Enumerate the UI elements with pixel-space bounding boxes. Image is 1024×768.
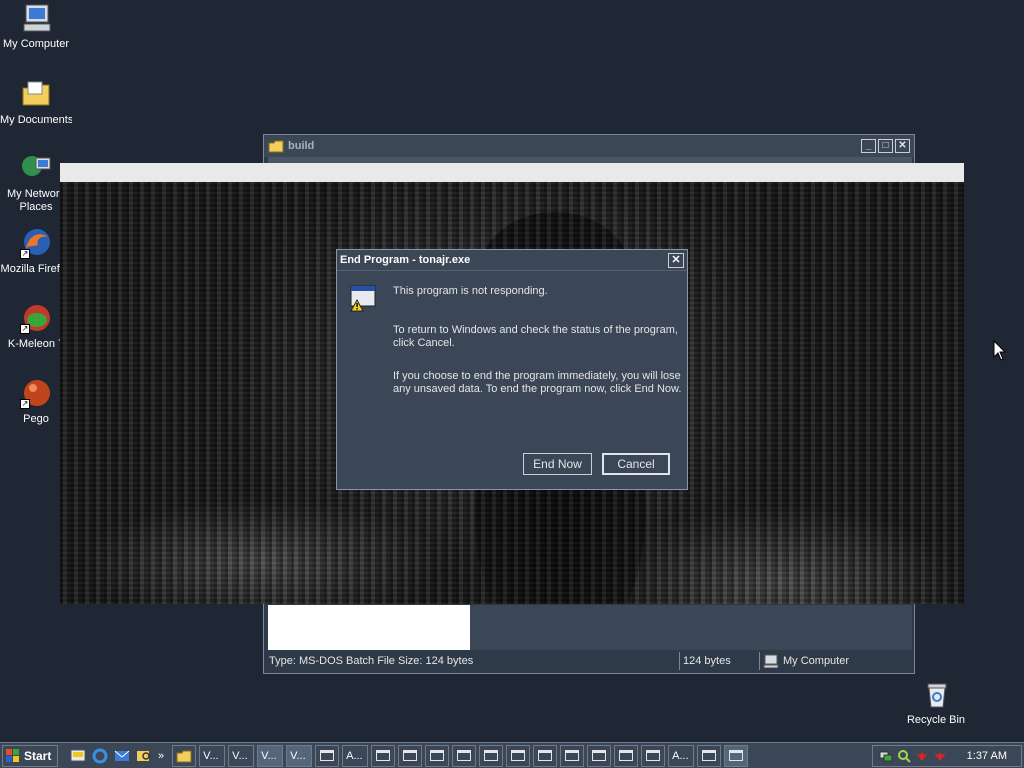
task-button-explorer[interactable] — [172, 744, 197, 767]
system-tray: 1:37 AM — [872, 744, 1022, 767]
end-program-dialog[interactable]: End Program - tonajr.exe ✕ This program … — [336, 249, 688, 490]
shortcut-arrow-icon: ↗ — [20, 249, 30, 259]
task-button[interactable]: V... — [286, 744, 313, 767]
explorer-left-pane — [268, 605, 470, 650]
task-button[interactable] — [697, 744, 722, 767]
task-button[interactable] — [315, 744, 340, 767]
dialog-title: End Program - tonajr.exe — [340, 254, 471, 266]
window-icon — [646, 750, 661, 761]
mouse-cursor-icon — [993, 339, 1007, 362]
desktop-icon-label: My Documents — [0, 114, 72, 126]
minimize-button[interactable]: _ — [861, 139, 876, 153]
shortcut-arrow-icon: ↗ — [20, 324, 30, 334]
desktop-icon-label: Recycle Bin — [906, 714, 966, 726]
window-icon — [565, 750, 580, 761]
red-tray-icon[interactable] — [915, 749, 929, 763]
computer-icon — [763, 654, 779, 668]
window-icon — [457, 750, 472, 761]
k-meleon-icon: ↗ — [20, 302, 52, 334]
task-button[interactable]: A... — [668, 744, 695, 767]
taskbar-clock[interactable]: 1:37 AM — [967, 750, 1007, 762]
task-button[interactable] — [479, 744, 504, 767]
recycle-bin-icon — [920, 678, 952, 710]
folder-documents-icon — [20, 78, 52, 110]
window-icon — [511, 750, 526, 761]
search-tray-icon[interactable] — [897, 749, 911, 763]
window-icon — [619, 750, 634, 761]
status-size: 124 bytes — [680, 652, 760, 670]
explorer-title: build — [288, 140, 315, 152]
network-tray-icon[interactable] — [879, 749, 893, 763]
overlay-window-strip — [60, 163, 964, 182]
warning-program-icon — [349, 284, 377, 312]
folder-icon — [176, 750, 192, 762]
explorer-file-pane — [470, 605, 912, 650]
task-button[interactable] — [587, 744, 612, 767]
window-icon — [403, 750, 418, 761]
search-icon[interactable] — [136, 748, 152, 764]
pego-icon: ↗ — [20, 377, 52, 409]
task-button[interactable] — [398, 744, 423, 767]
window-icon — [592, 750, 607, 761]
end-now-button[interactable]: End Now — [523, 453, 592, 475]
maximize-button[interactable]: □ — [878, 139, 893, 153]
dialog-message-end-info: If you choose to end the program immedia… — [393, 370, 682, 395]
explorer-statusbar: Type: MS-DOS Batch File Size: 124 bytes … — [266, 651, 912, 671]
dialog-close-button[interactable]: ✕ — [668, 252, 684, 268]
task-button[interactable] — [641, 744, 666, 767]
close-button[interactable]: ✕ — [895, 139, 910, 153]
task-buttons: V... V... V... V... A... A... — [172, 744, 872, 767]
window-icon — [729, 750, 744, 761]
show-desktop-icon[interactable] — [70, 748, 86, 764]
folder-icon — [268, 140, 284, 153]
dialog-message-cancel-info: To return to Windows and check the statu… — [393, 324, 678, 349]
window-icon — [484, 750, 499, 761]
start-label: Start — [24, 748, 52, 763]
window-icon — [320, 750, 335, 761]
internet-explorer-icon[interactable] — [92, 748, 108, 764]
start-button[interactable]: Start — [2, 744, 58, 767]
window-icon — [430, 750, 445, 761]
task-button[interactable]: V... — [257, 744, 284, 767]
task-button[interactable] — [371, 744, 396, 767]
taskbar: Start » V... V... V... V... A... A... 1:… — [0, 742, 1024, 768]
computer-icon — [20, 2, 52, 34]
firefox-icon: ↗ — [20, 227, 52, 259]
outlook-express-icon[interactable] — [114, 748, 130, 764]
dialog-titlebar[interactable]: End Program - tonajr.exe ✕ — [337, 250, 687, 271]
task-button[interactable]: A... — [342, 744, 369, 767]
status-type-info: Type: MS-DOS Batch File Size: 124 bytes — [266, 652, 680, 670]
red-tray-icon[interactable] — [933, 749, 947, 763]
task-button[interactable] — [614, 744, 639, 767]
desktop-icon-my-documents[interactable]: My Documents — [0, 78, 72, 127]
status-location-label: My Computer — [783, 655, 850, 667]
window-icon — [376, 750, 391, 761]
quick-launch-more[interactable]: » — [158, 750, 164, 762]
network-icon — [20, 152, 52, 184]
desktop-icon-label: My Computer — [2, 38, 70, 50]
task-button[interactable] — [533, 744, 558, 767]
desktop-icon-my-computer[interactable]: My Computer — [0, 2, 72, 51]
task-button[interactable] — [506, 744, 531, 767]
desktop-icon-recycle-bin[interactable]: Recycle Bin — [900, 678, 972, 727]
shortcut-arrow-icon: ↗ — [20, 399, 30, 409]
task-button-active[interactable] — [724, 744, 749, 767]
task-button[interactable]: V... — [228, 744, 255, 767]
dialog-message-not-responding: This program is not responding. — [393, 285, 548, 297]
cancel-button[interactable]: Cancel — [602, 453, 670, 475]
task-button[interactable] — [452, 744, 477, 767]
quick-launch: » — [70, 748, 172, 764]
explorer-titlebar[interactable]: build _ □ ✕ — [264, 135, 914, 157]
task-button[interactable] — [425, 744, 450, 767]
task-button[interactable] — [560, 744, 585, 767]
windows-flag-icon — [6, 748, 19, 762]
window-icon — [538, 750, 553, 761]
window-icon — [702, 750, 717, 761]
task-button[interactable]: V... — [199, 744, 226, 767]
status-location: My Computer — [760, 652, 912, 670]
